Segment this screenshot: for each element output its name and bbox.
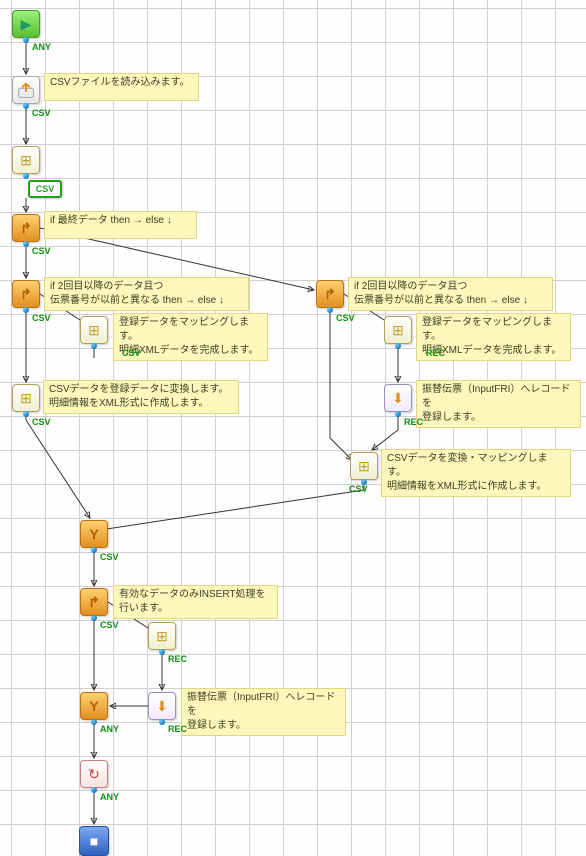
branch-icon: [324, 286, 336, 303]
merge-node-1[interactable]: [80, 520, 108, 548]
port-any: ANY: [32, 42, 51, 52]
branch-2nd-a[interactable]: [12, 280, 40, 308]
insert-icon: [156, 698, 168, 715]
port-csv: CSV: [32, 246, 51, 256]
port-any: ANY: [100, 792, 119, 802]
note-valid-insert: 有効なデータのみINSERT処理を行います。: [113, 585, 278, 619]
insert-node-2[interactable]: [148, 692, 176, 720]
branch-last-data[interactable]: [12, 214, 40, 242]
map-node-3[interactable]: [12, 384, 40, 412]
mapper-icon: [392, 322, 404, 339]
note-if-2nd-b: if 2回目以降のデータ且つ伝票番号が以前と異なる then → else ↓: [348, 277, 553, 311]
note-insert-fri-c: 振替伝票（InputFRI）へレコードを登録します。: [181, 688, 346, 736]
loop-icon: [88, 766, 100, 783]
branch-icon: [88, 594, 100, 611]
read-csv-node[interactable]: [12, 76, 40, 104]
mapper-icon: [156, 628, 168, 645]
port-csv: CSV: [349, 484, 368, 494]
end-node[interactable]: [79, 826, 109, 856]
end-icon: [90, 833, 98, 849]
map-node-6[interactable]: [148, 622, 176, 650]
play-icon: [21, 16, 32, 33]
insert-node-1[interactable]: [384, 384, 412, 412]
mapper-icon: [20, 152, 32, 169]
csv-tag-node[interactable]: CSV: [28, 180, 62, 198]
port-any: ANY: [100, 724, 119, 734]
port-csv: CSV: [100, 620, 119, 630]
branch-icon: [20, 220, 32, 237]
note-insert-fri-b: 振替伝票（InputFRI）へレコードを登録します。: [416, 380, 581, 428]
note-map-reg-a: 登録データをマッピングします。明細XMLデータを完成します。: [113, 313, 268, 361]
note-conv-map-b: CSVデータを変換・マッピングします。明細情報をXML形式に作成します。: [381, 449, 571, 497]
note-map-reg-b: 登録データをマッピングします。明細XMLデータを完成します。: [416, 313, 571, 361]
insert-icon: [392, 390, 404, 407]
merge-node-2[interactable]: [80, 692, 108, 720]
loopback-node[interactable]: [80, 760, 108, 788]
port-csv: CSV: [32, 417, 51, 427]
branch-icon: [20, 286, 32, 303]
branch-valid-insert[interactable]: [80, 588, 108, 616]
map-node-4[interactable]: [384, 316, 412, 344]
port-csv: CSV: [32, 313, 51, 323]
map-node-2[interactable]: [80, 316, 108, 344]
mapper-icon: [88, 322, 100, 339]
port-csv: CSV: [336, 313, 355, 323]
start-node[interactable]: [12, 10, 40, 38]
note-conv-reg-a: CSVデータを登録データに変換します。明細情報をXML形式に作成します。: [43, 380, 239, 414]
mapper-icon: [20, 390, 32, 407]
merge-icon: [89, 526, 98, 542]
mapper-icon: [358, 458, 370, 475]
port-csv: CSV: [100, 552, 119, 562]
note-if-last: if 最終データ then → else ↓: [44, 211, 197, 239]
note-read-csv: CSVファイルを読み込みます。: [44, 73, 199, 101]
csv-tag-label: CSV: [36, 184, 55, 194]
merge-icon: [89, 698, 98, 714]
port-csv: CSV: [32, 108, 51, 118]
file-upload-icon: [15, 79, 37, 101]
map-node-1[interactable]: [12, 146, 40, 174]
note-if-2nd-a: if 2回目以降のデータ且つ伝票番号が以前と異なる then → else ↓: [44, 277, 249, 311]
branch-2nd-b[interactable]: [316, 280, 344, 308]
map-node-5[interactable]: [350, 452, 378, 480]
port-rec: REC: [168, 654, 187, 664]
